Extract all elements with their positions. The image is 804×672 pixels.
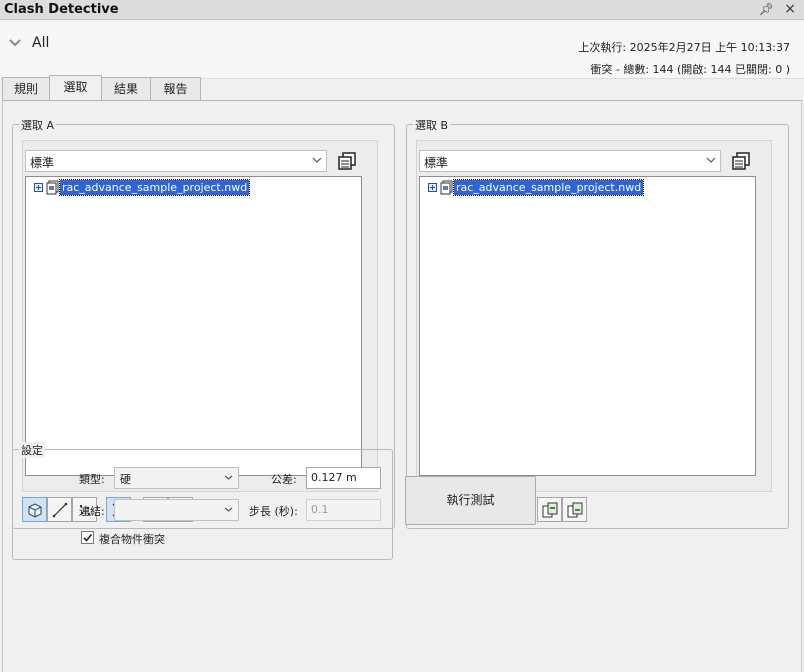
pin-icon[interactable]: 📌︎ xyxy=(759,2,774,16)
window-titlebar: Clash Detective 📌︎ × xyxy=(0,0,804,20)
expand-icon[interactable] xyxy=(34,183,43,192)
chevron-down-icon xyxy=(224,507,233,512)
composite-label: 複合物件衝突 xyxy=(99,533,165,546)
selection-b-panel: 標準 rac_advance_sample_project.nwd xyxy=(416,140,772,492)
chevron-down-icon xyxy=(706,157,716,163)
tree-item-label[interactable]: rac_advance_sample_project.nwd xyxy=(58,179,251,196)
selection-a-tree[interactable]: rac_advance_sample_project.nwd xyxy=(25,176,362,476)
selection-a-dropdown[interactable]: 標準 xyxy=(25,150,327,172)
select-in-scene-icon xyxy=(567,502,583,518)
run-test-button[interactable]: 執行測試 xyxy=(405,476,536,525)
checkmark-icon xyxy=(83,533,93,542)
copy-selection-icon[interactable] xyxy=(337,151,357,171)
chevron-down-icon xyxy=(224,475,233,480)
link-label: 連結: xyxy=(79,505,105,518)
step-label: 步長 (秒): xyxy=(249,505,298,518)
tree-item-label[interactable]: rac_advance_sample_project.nwd xyxy=(452,179,645,196)
selection-a-dropdown-value: 標準 xyxy=(30,156,55,170)
type-value: 硬 xyxy=(120,473,131,486)
selection-b-dropdown-value: 標準 xyxy=(424,156,449,170)
selection-b-group: 選取 B 標準 rac_advance_sample_project.nwd xyxy=(406,117,789,529)
test-header: All 上次執行: 2025年2月27日 上午 10:13:37 衝突 - 總數… xyxy=(0,21,804,79)
tab-results[interactable]: 結果 xyxy=(101,77,151,100)
window-title: Clash Detective xyxy=(4,2,119,17)
selection-b-tree[interactable]: rac_advance_sample_project.nwd xyxy=(419,176,756,476)
last-run-text: 上次執行: 2025年2月27日 上午 10:13:37 xyxy=(578,41,790,54)
model-file-icon xyxy=(440,180,453,195)
selection-a-legend: 選取 A xyxy=(19,117,57,133)
selection-b-legend: 選取 B xyxy=(413,117,451,133)
tab-select[interactable]: 選取 xyxy=(49,75,102,100)
selection-b-dropdown[interactable]: 標準 xyxy=(419,150,721,172)
tolerance-label: 公差: xyxy=(271,473,297,486)
composite-checkbox[interactable] xyxy=(81,531,94,544)
link-select[interactable] xyxy=(114,499,239,521)
tab-report[interactable]: 報告 xyxy=(150,77,201,100)
settings-legend: 設定 xyxy=(19,442,45,458)
settings-group: 設定 類型: 硬 公差: 0.127 m 連結: 步長 (秒): 0.1 複合物… xyxy=(12,442,393,560)
chevron-down-icon[interactable] xyxy=(9,37,21,49)
clash-summary: 衝突 - 總數: 144 (開啟: 144 已關閉: 0 ) xyxy=(590,63,790,76)
copy-selection-icon[interactable] xyxy=(731,151,751,171)
close-icon[interactable]: × xyxy=(784,1,796,17)
chevron-down-icon xyxy=(312,157,322,163)
type-label: 類型: xyxy=(79,473,105,486)
tolerance-input[interactable]: 0.127 m xyxy=(306,467,381,489)
model-file-icon xyxy=(46,180,59,195)
type-select[interactable]: 硬 xyxy=(114,467,239,489)
expand-icon[interactable] xyxy=(428,183,437,192)
tab-rules[interactable]: 規則 xyxy=(2,77,50,100)
use-selection-icon xyxy=(542,502,558,518)
test-name[interactable]: All xyxy=(32,35,49,51)
use-current-selection-button[interactable] xyxy=(537,497,562,522)
selection-a-panel: 標準 rac_advance_sample_project.nwd xyxy=(22,140,378,492)
step-input[interactable]: 0.1 xyxy=(306,499,381,521)
select-in-scene-button[interactable] xyxy=(562,497,587,522)
